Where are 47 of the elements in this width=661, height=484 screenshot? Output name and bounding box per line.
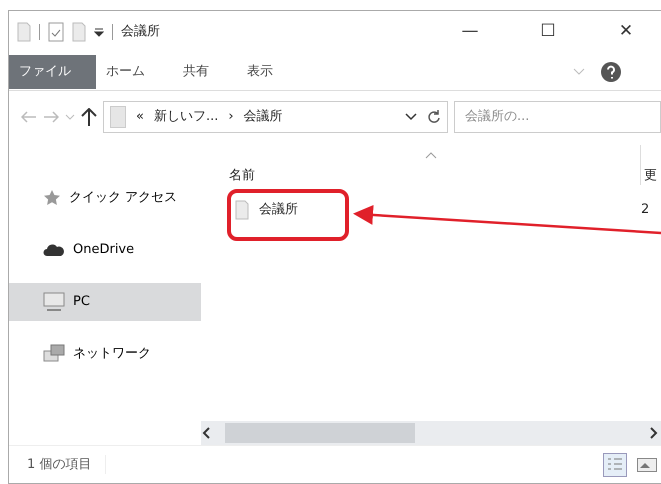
- breadcrumb-item[interactable]: 会議所: [244, 107, 283, 127]
- column-header[interactable]: 更: [644, 166, 657, 185]
- sidebar-item[interactable]: OneDrive: [9, 231, 201, 269]
- network-icon: [43, 344, 65, 364]
- dropdown-icon: [94, 27, 104, 37]
- monitor-icon: [43, 292, 65, 312]
- scrollbar-thumb[interactable]: [225, 423, 415, 443]
- folder-icon: [110, 106, 126, 128]
- large-icons-view-icon: [637, 458, 657, 472]
- cloud-icon: [43, 243, 65, 257]
- scroll-left-icon: [201, 427, 211, 439]
- document-icon: [72, 22, 86, 42]
- sidebar-item[interactable]: クイック アクセス: [9, 179, 201, 217]
- chevron-down-icon: [405, 113, 417, 121]
- minimize-button[interactable]: —: [435, 18, 505, 46]
- ribbon-tab[interactable]: ホーム: [96, 54, 173, 88]
- search-field[interactable]: 会議所の...: [454, 101, 661, 133]
- ribbon-tab[interactable]: 共有: [173, 54, 237, 88]
- up-arrow-icon: [81, 108, 97, 126]
- ribbon-tab[interactable]: 表示: [237, 54, 301, 88]
- back-arrow-icon: [21, 111, 37, 123]
- column-header[interactable]: 名前: [229, 166, 269, 185]
- refresh-icon: [427, 110, 441, 124]
- details-view-icon: [603, 452, 627, 476]
- chevron-down-icon: [65, 114, 75, 120]
- file-name[interactable]: 会議所: [259, 200, 319, 220]
- window-title: 会議所: [121, 23, 160, 42]
- help-icon: [601, 62, 621, 82]
- file-icon: [235, 200, 249, 220]
- sort-caret-icon: [425, 152, 437, 159]
- sidebar-item[interactable]: ネットワーク: [9, 335, 201, 373]
- breadcrumb-separator: ›: [228, 108, 234, 126]
- close-button[interactable]: ✕: [591, 18, 661, 46]
- breadcrumb-overflow[interactable]: «: [136, 107, 144, 127]
- sidebar-item[interactable]: PC: [9, 283, 201, 321]
- forward-arrow-icon: [43, 111, 59, 123]
- scroll-right-icon: [649, 427, 659, 439]
- item-count: 1 個の項目: [27, 454, 106, 474]
- table-cell-text: 2: [641, 201, 650, 220]
- maximize-button[interactable]: ☐: [513, 18, 583, 46]
- breadcrumb-item[interactable]: 新しいフ...: [154, 107, 218, 127]
- address-bar[interactable]: « 新しいフ... › 会議所: [103, 101, 448, 133]
- document-icon: [17, 22, 31, 42]
- ribbon-tab[interactable]: ファイル: [9, 54, 96, 88]
- star-icon: [43, 189, 61, 207]
- checked-document-icon: [48, 22, 64, 42]
- chevron-down-icon: [573, 68, 585, 76]
